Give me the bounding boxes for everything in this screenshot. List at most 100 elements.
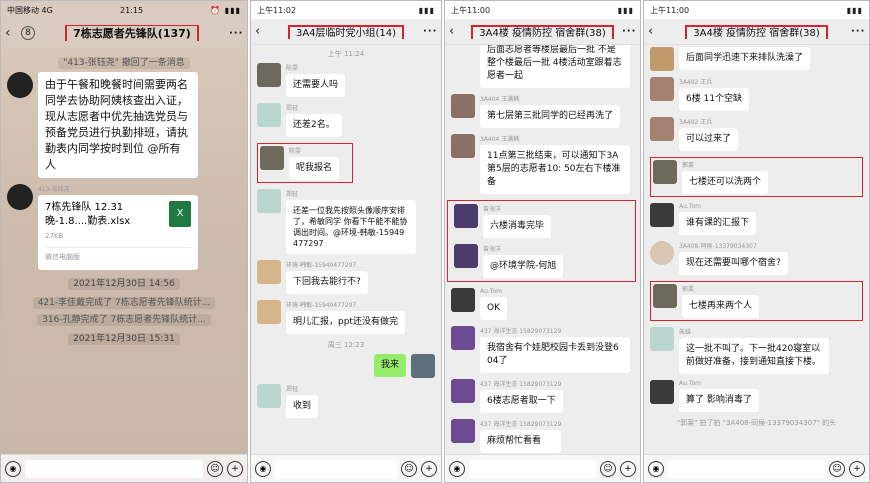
emoji-icon[interactable]: ☺ bbox=[207, 460, 223, 477]
avatar[interactable] bbox=[451, 379, 475, 403]
message-bubble[interactable]: 第七层第三批同学的已经再洗了 bbox=[480, 105, 621, 128]
message-bubble[interactable]: 明儿汇报，ppt还没有做完 bbox=[286, 311, 405, 334]
message-bubble[interactable]: 七楼再来两个人 bbox=[682, 295, 760, 318]
avatar[interactable] bbox=[451, 134, 475, 158]
avatar[interactable] bbox=[650, 327, 674, 351]
message-input[interactable] bbox=[25, 459, 203, 478]
message: Au.Tom OK bbox=[451, 288, 640, 320]
avatar[interactable] bbox=[653, 160, 677, 184]
message-bubble[interactable]: 算了 影响消毒了 bbox=[679, 389, 759, 412]
message-bubble[interactable]: 呢我报名 bbox=[289, 157, 340, 180]
avatar[interactable] bbox=[411, 354, 435, 378]
back-icon[interactable]: ‹ bbox=[449, 24, 463, 39]
message-bubble[interactable]: 现在还需要叫哪个宿舍? bbox=[679, 252, 788, 275]
message-bubble[interactable]: 后面同学迅速下来排队洗澡了 bbox=[679, 47, 811, 70]
avatar[interactable] bbox=[7, 184, 33, 210]
message-bubble[interactable]: 麻烦帮忙看看 bbox=[480, 430, 562, 453]
message-bubble[interactable]: 七楼还可以洗两个 bbox=[682, 171, 769, 194]
emoji-icon[interactable]: ☺ bbox=[600, 460, 616, 477]
avatar[interactable] bbox=[451, 94, 475, 118]
clock: 上午11:00 bbox=[451, 5, 491, 15]
message-bubble[interactable]: 可以过来了 bbox=[679, 128, 739, 151]
avatar[interactable] bbox=[257, 300, 281, 324]
more-icon[interactable]: ··· bbox=[229, 28, 243, 39]
message-bubble[interactable]: 由于午餐和晚餐时间需要两名同学去协助阿姨核查出入证，现从志愿者中优先抽选党员与预… bbox=[38, 72, 198, 178]
more-icon[interactable]: ··· bbox=[423, 26, 437, 37]
message: 437 海洋生态 15829073129 6楼志愿者取一下 bbox=[451, 379, 640, 413]
chat-title: 7栋志愿者先锋队(137) bbox=[35, 25, 229, 41]
message: 后面同学迅速下来排队洗澡了 bbox=[650, 47, 869, 71]
sender-name: 3A408-同侯-13379034307 bbox=[679, 243, 757, 250]
message-bubble[interactable]: 下回我去能行不? bbox=[286, 271, 368, 294]
emoji-icon[interactable]: ☺ bbox=[401, 460, 417, 477]
avatar[interactable] bbox=[257, 260, 281, 284]
more-icon[interactable]: ··· bbox=[622, 26, 636, 37]
recall-notice: "413-张钰尧" 撤回了一条消息 bbox=[1, 55, 247, 69]
message-bubble[interactable]: 还差一位我先按照头像顺序安排了，希敏同学 你看下午能不能协调出时间。@环境-韩敏… bbox=[286, 200, 416, 254]
message-input[interactable] bbox=[275, 459, 397, 478]
status-bar: 上午11:00 ▮▮▮ bbox=[644, 1, 869, 19]
avatar[interactable] bbox=[653, 284, 677, 308]
message-bubble[interactable]: 我来 bbox=[373, 354, 406, 377]
emoji-icon[interactable]: ☺ bbox=[829, 460, 845, 477]
avatar[interactable] bbox=[650, 47, 674, 71]
input-bar: ◉ ☺ + bbox=[251, 454, 441, 482]
message: 后面志愿者等楼层最后一批 不是整个楼最后一批 4楼活动室跟着志愿者一起 bbox=[451, 45, 640, 88]
avatar[interactable] bbox=[257, 189, 281, 213]
message-bubble[interactable]: 后面志愿者等楼层最后一批 不是整个楼最后一批 4楼活动室跟着志愿者一起 bbox=[480, 45, 630, 88]
back-icon[interactable]: ‹ bbox=[5, 25, 19, 41]
avatar[interactable] bbox=[451, 288, 475, 312]
avatar[interactable] bbox=[454, 204, 478, 228]
avatar[interactable] bbox=[650, 380, 674, 404]
sender-name: 郑轻 bbox=[286, 386, 299, 393]
message-bubble[interactable]: 还差2名。 bbox=[286, 114, 342, 137]
avatar[interactable] bbox=[7, 72, 33, 98]
message-bubble[interactable]: @环境学院-何旭 bbox=[483, 255, 564, 278]
avatar[interactable] bbox=[650, 241, 674, 265]
message-bubble[interactable]: 谁有课的汇报下 bbox=[679, 212, 757, 235]
timestamp: 2021年12月30日 14:56 bbox=[1, 276, 247, 290]
plus-icon[interactable]: + bbox=[849, 460, 865, 477]
message-bubble[interactable]: 6楼志愿者取一下 bbox=[480, 390, 563, 413]
avatar[interactable] bbox=[451, 419, 475, 443]
voice-icon[interactable]: ◉ bbox=[449, 460, 465, 477]
clock: 上午11:00 bbox=[650, 5, 690, 15]
avatar[interactable] bbox=[257, 103, 281, 127]
back-icon[interactable]: ‹ bbox=[255, 24, 269, 39]
message-bubble[interactable]: 收到 bbox=[286, 395, 319, 418]
avatar[interactable] bbox=[257, 384, 281, 408]
file-card[interactable]: 7栋先锋队 12.31晚-1.8....勤表.xlsx X 27KB 微信电脑版 bbox=[38, 195, 198, 270]
message-bubble[interactable]: 6楼 11个空缺 bbox=[679, 88, 750, 111]
avatar[interactable] bbox=[451, 326, 475, 350]
message-bubble[interactable]: 11点第三批结束，可以通知下3A第5层的志愿者10: 50左右下楼准备 bbox=[480, 145, 630, 194]
back-icon[interactable]: ‹ bbox=[648, 24, 662, 39]
highlighted-message: 郭莱 七楼还可以洗两个 bbox=[650, 157, 863, 197]
message: 陈雯 还需要人吗 bbox=[257, 63, 441, 97]
message-input[interactable] bbox=[469, 459, 596, 478]
message-bubble[interactable]: OK bbox=[480, 297, 507, 320]
message-bubble[interactable]: 六楼消毒完毕 bbox=[483, 215, 552, 238]
avatar[interactable] bbox=[257, 63, 281, 87]
plus-icon[interactable]: + bbox=[421, 460, 437, 477]
message-bubble[interactable]: 这一批不叫了。下一批420寝室以前做好准备，接到通知直接下楼。 bbox=[679, 338, 829, 374]
plus-icon[interactable]: + bbox=[620, 460, 636, 477]
message: 环境-韩敏-15949477297 下回我去能行不? bbox=[257, 260, 441, 294]
avatar[interactable] bbox=[650, 203, 674, 227]
voice-icon[interactable]: ◉ bbox=[5, 460, 21, 477]
message-bubble[interactable]: 还需要人吗 bbox=[286, 74, 346, 97]
message-bubble[interactable]: 我宿舍有个娃肥校园卡丢到没登604了 bbox=[480, 337, 630, 373]
avatar[interactable] bbox=[454, 244, 478, 268]
more-icon[interactable]: ··· bbox=[851, 26, 865, 37]
input-bar: ◉ ☺ + bbox=[445, 454, 640, 482]
voice-icon[interactable]: ◉ bbox=[255, 460, 271, 477]
unread-count[interactable]: 8 bbox=[21, 26, 35, 40]
plus-icon[interactable]: + bbox=[227, 460, 243, 477]
avatar[interactable] bbox=[650, 77, 674, 101]
message: 曾海洋 六楼消毒完毕 bbox=[454, 204, 635, 238]
message-input[interactable] bbox=[668, 459, 825, 478]
clock: 21:15 bbox=[120, 5, 144, 15]
message: 郑轻 收到 bbox=[257, 384, 441, 418]
avatar[interactable] bbox=[260, 146, 284, 170]
avatar[interactable] bbox=[650, 117, 674, 141]
voice-icon[interactable]: ◉ bbox=[648, 460, 664, 477]
